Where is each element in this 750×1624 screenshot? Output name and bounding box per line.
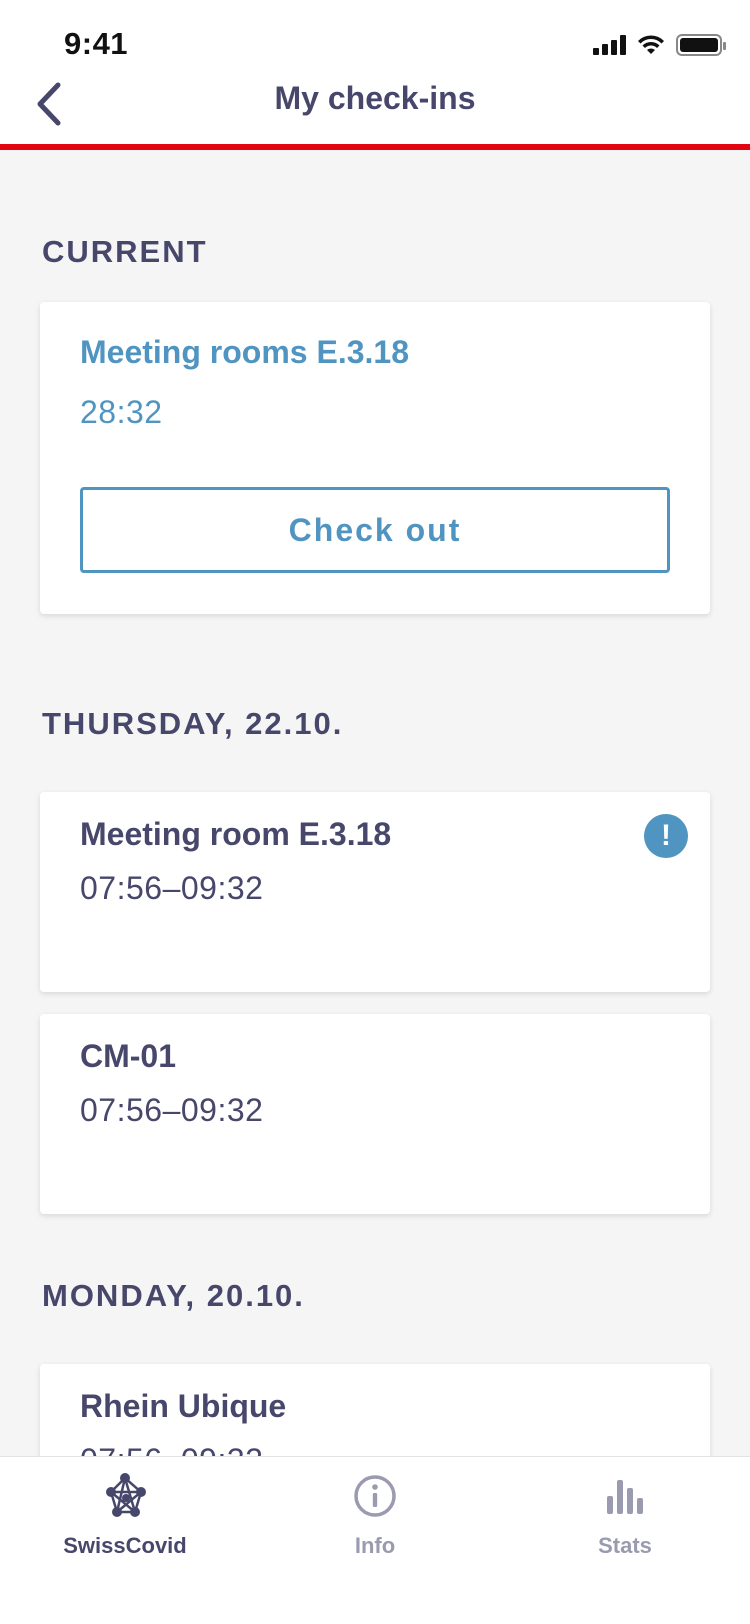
status-icons [593,30,726,60]
checkin-time: 07:56–09:32 [80,1092,264,1128]
tab-label: SwissCovid [63,1533,187,1558]
tab-stats[interactable]: Stats [525,1471,725,1559]
current-checkin-name: Meeting rooms E.3.18 [80,334,409,370]
tab-swisscovid[interactable]: SwissCovid [25,1471,225,1559]
swisscovid-icon [106,1473,146,1517]
page-title: My check-ins [274,80,476,116]
checkin-card[interactable]: Rhein Ubique 07:56–09:32 [40,1364,710,1456]
tab-info[interactable]: Info [275,1471,475,1559]
cellular-signal-icon [593,35,626,55]
checkin-card[interactable]: CM-01 07:56–09:32 [40,1014,710,1214]
info-icon [354,1475,396,1517]
checkin-name: CM-01 [80,1038,177,1074]
stats-icon [607,1480,643,1514]
checkin-name: Meeting room E.3.18 [80,816,392,852]
checkin-time: 07:56–09:32 [80,1442,263,1456]
tab-label: Stats [598,1533,652,1558]
status-time: 9:41 [64,26,129,61]
section-title-current: CURRENT [42,234,208,269]
checkin-time: 07:56–09:32 [80,870,264,906]
top-bar: 9:41 My check-ins [0,0,750,150]
current-checkin-card: Meeting rooms E.3.18 28:32 Check out [40,302,710,614]
section-title-monday: MONDAY, 20.10. [42,1278,305,1313]
section-title-thursday: THURSDAY, 22.10. [42,706,344,741]
alert-icon: ! [644,814,688,858]
checkins-list[interactable]: CURRENT Meeting rooms E.3.18 28:32 Check… [0,156,750,1456]
wifi-icon [638,35,664,54]
tab-label: Info [354,1533,396,1558]
battery-icon [676,34,726,56]
tab-bar: SwissCovid Info Stats [0,1456,750,1624]
check-out-button[interactable]: Check out [80,487,670,573]
checkin-card[interactable]: Meeting room E.3.18 07:56–09:32 ! [40,792,710,992]
checkin-name: Rhein Ubique [80,1388,287,1424]
current-checkin-elapsed: 28:32 [80,394,163,430]
